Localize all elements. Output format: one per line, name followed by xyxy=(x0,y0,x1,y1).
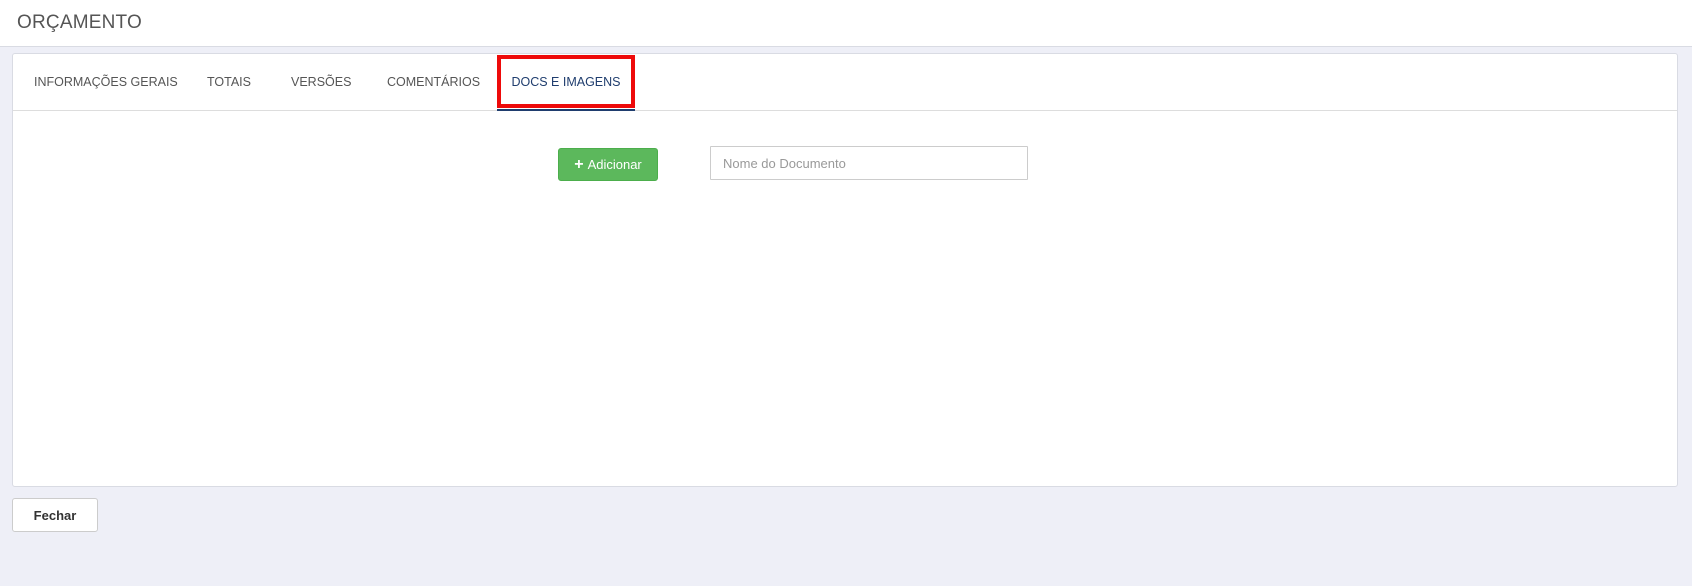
add-document-button[interactable]: + Adicionar xyxy=(558,148,658,181)
tab-docs-e-imagens[interactable]: DOCS E IMAGENS xyxy=(497,54,635,111)
tab-bar: INFORMAÇÕES GERAIS TOTAIS VERSÕES COMENT… xyxy=(13,54,1677,111)
tab-informacoes-gerais[interactable]: INFORMAÇÕES GERAIS xyxy=(34,54,178,111)
page-header: ORÇAMENTO xyxy=(0,0,1692,47)
tab-comentarios[interactable]: COMENTÁRIOS xyxy=(387,54,480,111)
tab-totais[interactable]: TOTAIS xyxy=(207,54,251,111)
budget-panel: INFORMAÇÕES GERAIS TOTAIS VERSÕES COMENT… xyxy=(12,53,1678,487)
add-document-label: Adicionar xyxy=(587,157,642,172)
document-name-input[interactable] xyxy=(710,146,1028,180)
tab-versoes[interactable]: VERSÕES xyxy=(291,54,351,111)
page-title: ORÇAMENTO xyxy=(17,12,142,33)
plus-icon: + xyxy=(574,155,584,173)
close-button[interactable]: Fechar xyxy=(12,498,98,532)
